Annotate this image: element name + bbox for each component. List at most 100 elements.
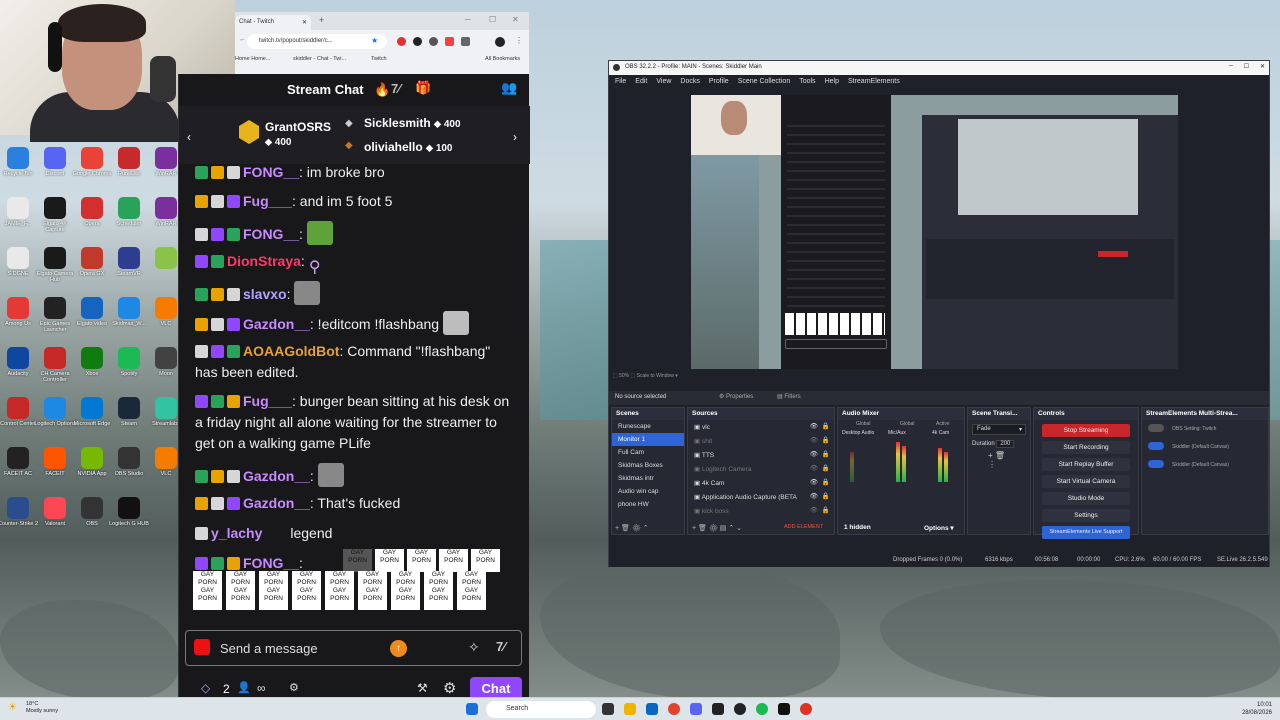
mixer-tab[interactable]: Global <box>856 421 870 427</box>
chat-username[interactable]: Fug___ <box>243 393 292 409</box>
file-explorer-icon[interactable] <box>624 703 636 715</box>
source-item[interactable]: ▣ 4k Cam 👁 🔒 <box>688 476 834 490</box>
config-icon[interactable]: ⚙ <box>709 525 718 532</box>
stop-streaming-button[interactable]: Stop Streaming <box>1042 424 1130 437</box>
more-icon[interactable]: ⋮ <box>988 460 996 469</box>
lock-icon[interactable]: 🔒 <box>822 478 830 486</box>
mixer-tab[interactable]: Active <box>936 421 950 427</box>
scene-item[interactable]: Audio win cap <box>612 485 684 498</box>
close-window-icon[interactable]: ✕ <box>1260 63 1265 70</box>
chevron-left-icon[interactable]: ‹ <box>187 130 191 144</box>
maximize-icon[interactable]: ☐ <box>489 15 496 24</box>
chat-username[interactable]: slavxo <box>243 286 287 302</box>
studio-mode-button[interactable]: Studio Mode <box>1042 492 1130 505</box>
chrome-icon[interactable] <box>668 703 680 715</box>
weather-widget[interactable]: 18°C Mostly sunny <box>26 701 58 715</box>
bookmark-star-icon[interactable]: ★ <box>371 36 378 45</box>
robot-icon[interactable]: ⚙ <box>289 681 299 694</box>
properties-button[interactable]: ⚙ Properties <box>719 393 753 400</box>
minimize-icon[interactable]: ─ <box>1229 63 1233 69</box>
extension-icon[interactable] <box>397 37 406 46</box>
mod-tools-icon[interactable]: ⚒ <box>417 681 428 695</box>
app-icon[interactable] <box>800 703 812 715</box>
obs-icon[interactable] <box>734 703 746 715</box>
config-icon[interactable]: ⚙ <box>632 525 641 532</box>
system-clock[interactable]: 10:01 28/08/2026 <box>1242 701 1272 717</box>
start-recording-button[interactable]: Start Recording <box>1042 441 1130 454</box>
scene-item[interactable]: Full Cam <box>612 446 684 459</box>
bookmark-item[interactable]: Twitch <box>371 56 387 62</box>
extension-icon[interactable] <box>429 37 438 46</box>
obs-menu-item[interactable]: StreamElements <box>848 78 900 85</box>
scene-item[interactable]: phone HW <box>612 498 684 511</box>
spotify-icon[interactable] <box>756 703 768 715</box>
scene-item[interactable]: Monitor 1 <box>612 433 684 446</box>
source-item[interactable]: ▣ Logitech Camera 👁 🔒 <box>688 462 834 476</box>
chevron-right-icon[interactable]: › <box>513 130 517 144</box>
chat-username[interactable]: FONG__ <box>243 164 299 180</box>
extensions-puzzle-icon[interactable] <box>461 37 470 46</box>
outlook-icon[interactable] <box>646 703 658 715</box>
obs-menu-item[interactable]: Edit <box>635 78 647 85</box>
delete-icon[interactable]: 🗑 <box>995 451 1005 460</box>
chat-username[interactable]: Gazdon__ <box>243 316 310 332</box>
close-window-icon[interactable]: ✕ <box>512 15 519 24</box>
obs-menu-item[interactable]: Tools <box>799 78 815 85</box>
source-item[interactable]: ▣ kick boss 👁 🔒 <box>688 504 834 518</box>
add-icon[interactable]: + <box>692 525 696 532</box>
source-item[interactable]: ▣ vlc 👁 🔒 <box>688 420 834 434</box>
obs-menu-item[interactable]: File <box>615 78 626 85</box>
chat-input[interactable]: Send a message ↑ ✧ 7⁄ <box>185 630 522 666</box>
source-item[interactable]: ▣ shit 👁 🔒 <box>688 434 834 448</box>
obs-menu-item[interactable]: Profile <box>709 78 729 85</box>
lock-icon[interactable]: 🔒 <box>822 436 830 444</box>
lock-icon[interactable]: 🔒 <box>822 422 830 430</box>
add-icon[interactable]: + <box>988 451 993 460</box>
mixer-tab[interactable]: Global <box>900 421 914 427</box>
bookmark-item[interactable]: skiddler - Chat - Twi... <box>293 56 346 62</box>
address-bar[interactable]: twitch.tv/popout/skiddler/c... <box>247 34 387 49</box>
toggle-switch[interactable] <box>1148 460 1164 468</box>
source-item[interactable]: ▣ TTS 👁 🔒 <box>688 448 834 462</box>
browser-tab[interactable]: Chat - Twitch ✕ <box>235 15 311 30</box>
visibility-eye-icon[interactable]: 👁 <box>810 464 818 472</box>
visibility-eye-icon[interactable]: 👁 <box>810 492 818 500</box>
delete-icon[interactable]: 🗑 <box>698 525 707 532</box>
back-icon[interactable]: ← <box>239 36 246 43</box>
desktop-icon[interactable]: Logitech G HUB <box>107 497 151 527</box>
taskbar-search[interactable]: Search <box>486 701 596 718</box>
obs-menu-item[interactable]: Help <box>825 78 839 85</box>
start-virtual-camera-button[interactable]: Start Virtual Camera <box>1042 475 1130 488</box>
channel-points-icon[interactable]: ◇ <box>201 681 210 695</box>
minimize-icon[interactable]: ─ <box>465 15 471 24</box>
scene-item[interactable]: Runescape <box>612 420 684 433</box>
toggle-switch[interactable] <box>1148 442 1164 450</box>
settings-gear-icon[interactable]: ⚙ <box>443 679 456 697</box>
all-bookmarks[interactable]: All Bookmarks <box>485 56 520 62</box>
chat-username[interactable]: Gazdon__ <box>243 495 310 511</box>
close-icon[interactable]: ✕ <box>302 19 307 26</box>
profile-avatar[interactable] <box>495 37 505 47</box>
filters-button[interactable]: ▤ Filters <box>777 393 801 400</box>
delete-icon[interactable]: 🗑 <box>621 525 630 532</box>
terminal-icon[interactable] <box>712 703 724 715</box>
browser-menu-icon[interactable]: ⋮ <box>515 36 523 45</box>
lock-icon[interactable]: 🔒 <box>822 450 830 458</box>
extension-icon[interactable] <box>445 37 454 46</box>
lock-icon[interactable]: 🔒 <box>822 506 830 514</box>
visibility-eye-icon[interactable]: 👁 <box>810 422 818 430</box>
options-button[interactable]: Options ▾ <box>924 524 954 532</box>
lock-icon[interactable]: 🔒 <box>822 492 830 500</box>
visibility-eye-icon[interactable]: 👁 <box>810 478 818 486</box>
discord-icon[interactable] <box>690 703 702 715</box>
visibility-eye-icon[interactable]: 👁 <box>810 506 818 514</box>
start-icon[interactable] <box>466 703 478 715</box>
se-live-support-button[interactable]: StreamElements Live Support <box>1042 526 1130 539</box>
capcut-icon[interactable] <box>778 703 790 715</box>
obs-menu-item[interactable]: Docks <box>680 78 699 85</box>
chat-username[interactable]: Fug___ <box>243 193 292 209</box>
bookmark-item[interactable]: Home Home... <box>235 56 270 62</box>
chat-username[interactable]: AOAAGoldBot <box>243 343 339 359</box>
chat-username[interactable]: Gazdon__ <box>243 468 310 484</box>
chat-username[interactable]: y_lachy <box>211 525 262 541</box>
